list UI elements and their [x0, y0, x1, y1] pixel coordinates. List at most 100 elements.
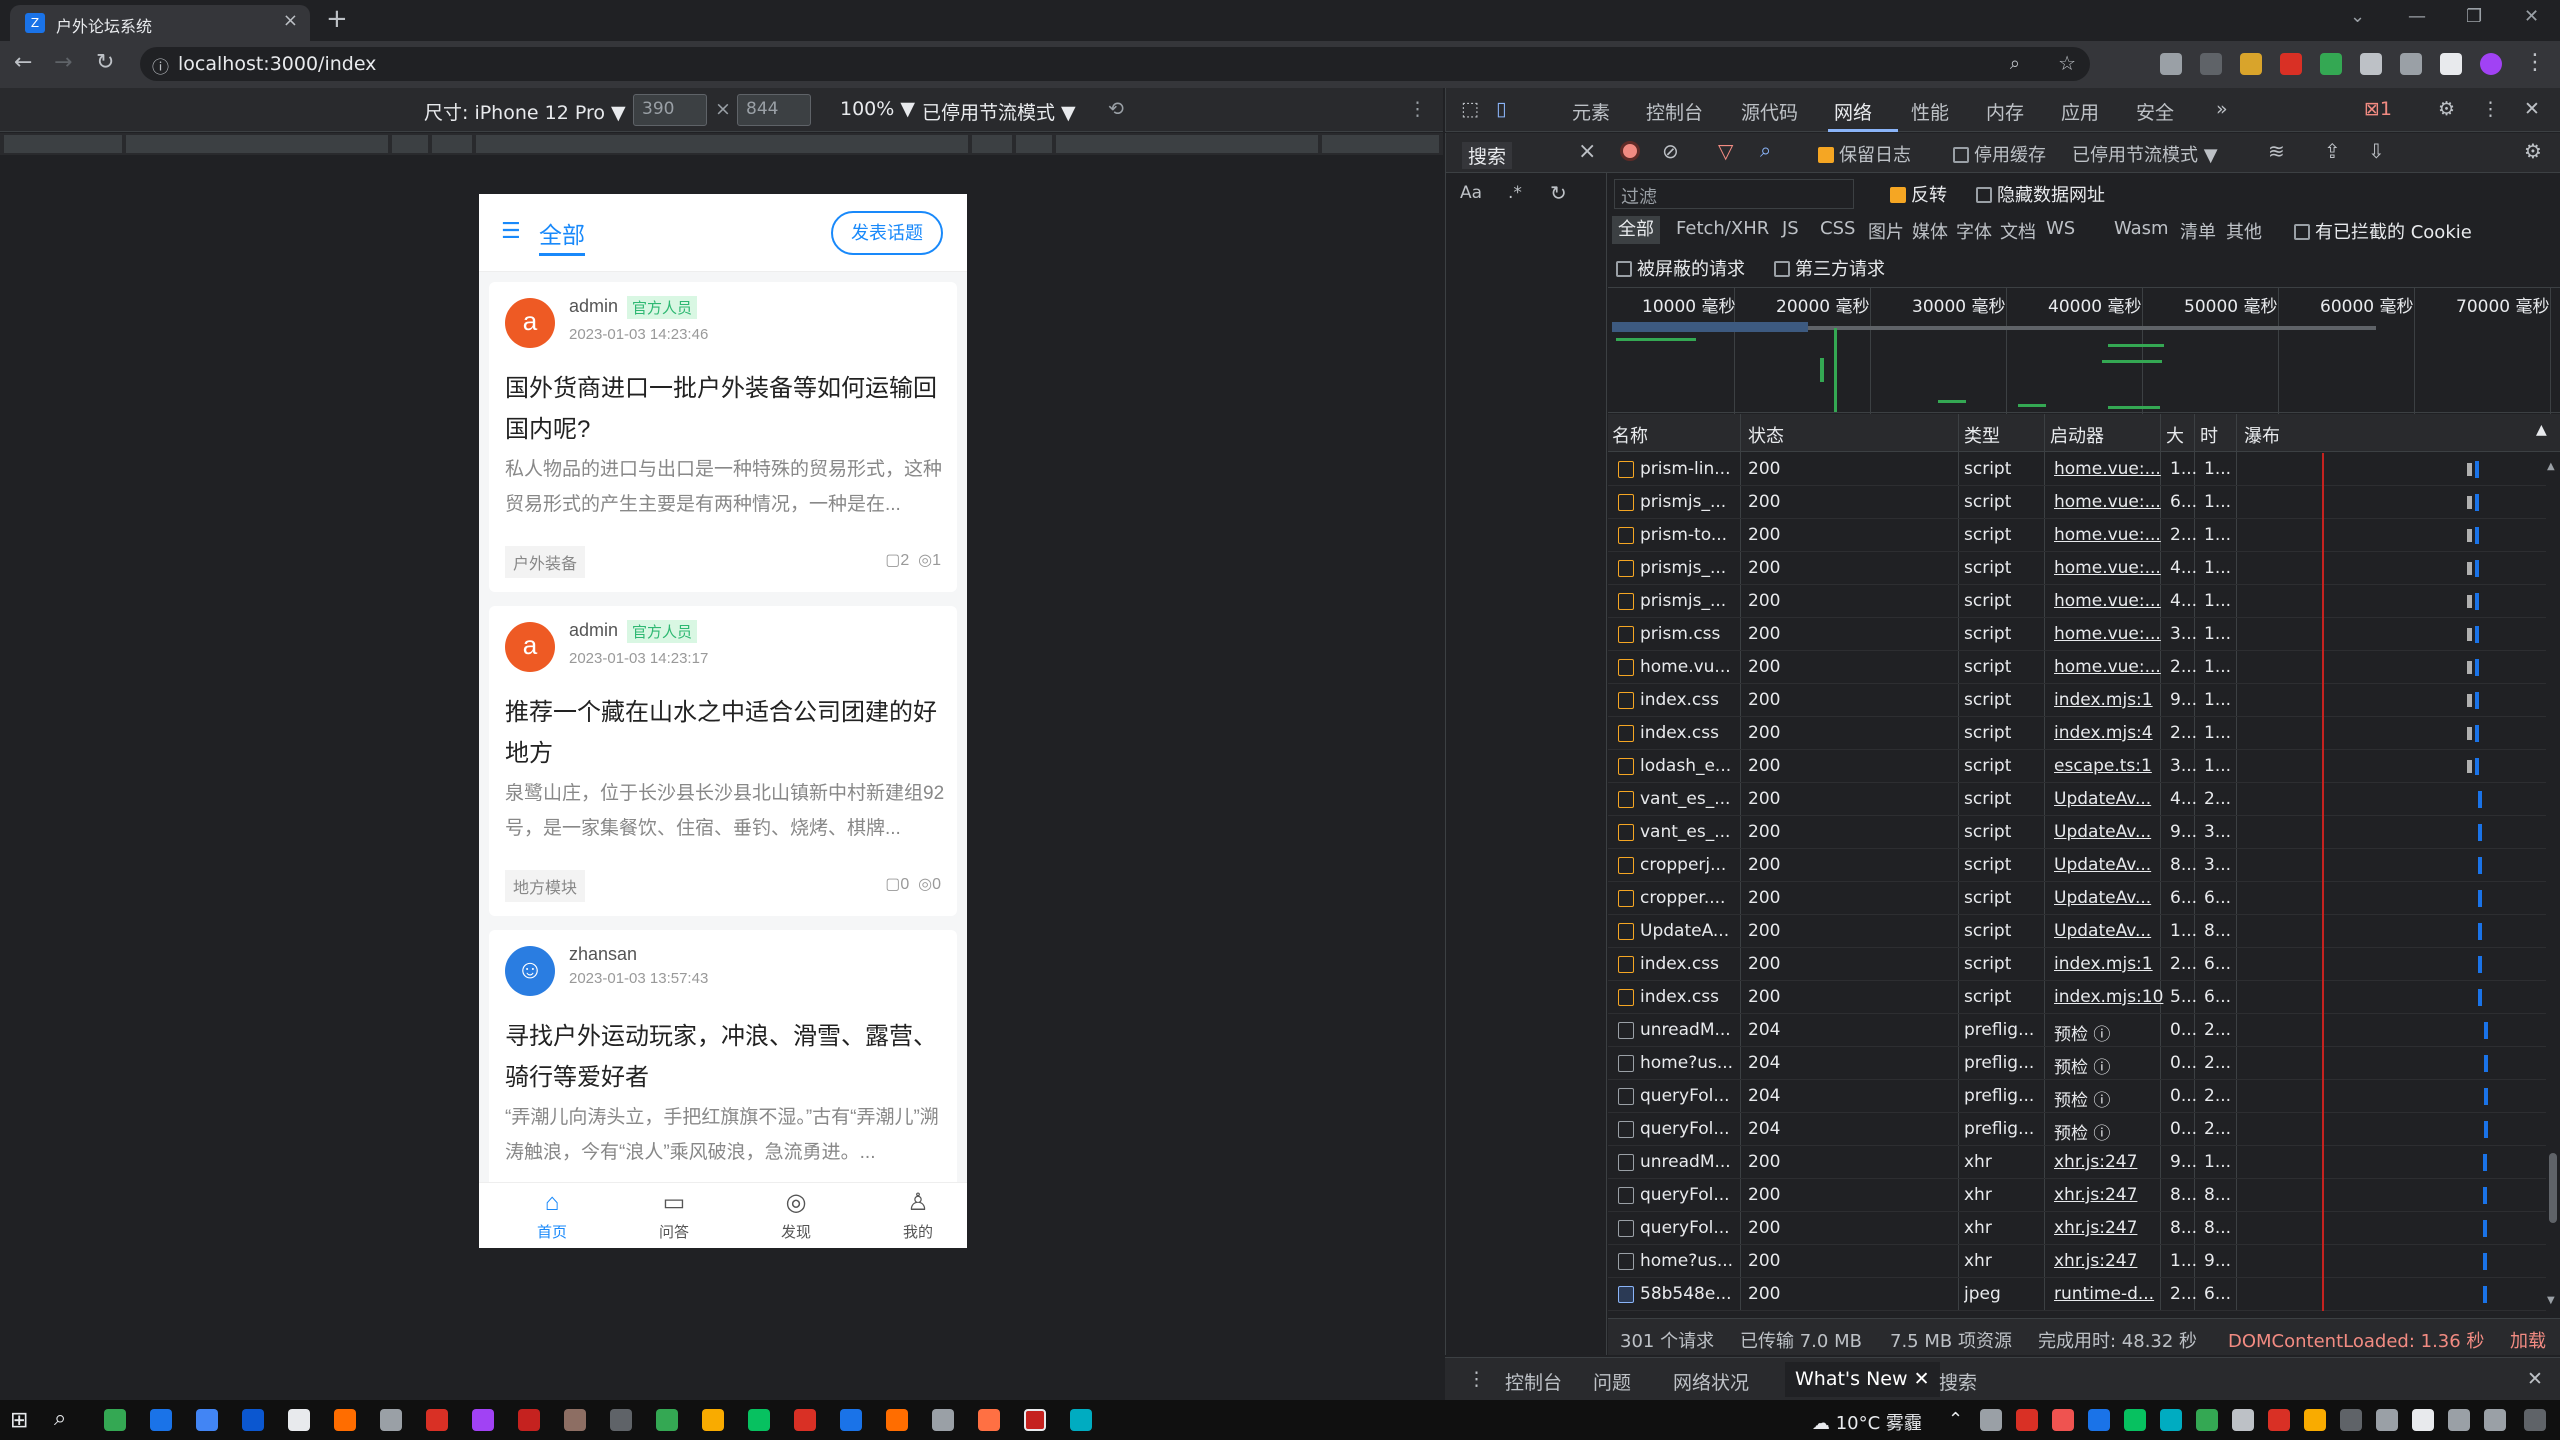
request-row[interactable]: prism.css 200 script home.vue:... 3... 1...: [1608, 618, 2546, 651]
cell-initiator[interactable]: xhr.js:247: [2054, 1251, 2164, 1271]
request-row[interactable]: prismjs_... 200 script home.vue:... 4... 1...: [1608, 585, 2546, 618]
post-tag[interactable]: 地方模块: [505, 870, 586, 902]
cell-name[interactable]: prismjs_...: [1640, 492, 1740, 512]
menu-list-icon[interactable]: ☰: [501, 218, 521, 244]
cell-name[interactable]: queryFol...: [1640, 1218, 1740, 1238]
cell-initiator[interactable]: home.vue:...: [2054, 558, 2164, 578]
tab-discover[interactable]: ◎ 发现: [761, 1189, 831, 1242]
settings-gear-icon[interactable]: ⚙: [2438, 98, 2455, 120]
request-row[interactable]: home?us... 200 xhr xhr.js:247 1... 9...: [1608, 1245, 2546, 1278]
taskbar-search-icon[interactable]: ⌕: [54, 1406, 66, 1431]
column-size[interactable]: 大: [2166, 422, 2184, 448]
cell-initiator[interactable]: UpdateAv...: [2054, 888, 2164, 908]
tray-icon[interactable]: [2196, 1409, 2218, 1431]
cell-initiator[interactable]: home.vue:...: [2054, 525, 2164, 545]
scroll-up-icon[interactable]: ▲: [2547, 461, 2555, 472]
tab-performance[interactable]: 性能: [1911, 98, 1949, 125]
browser-menu-icon[interactable]: ⋮: [2524, 50, 2546, 75]
invert-checkbox[interactable]: 反转: [1890, 181, 1947, 207]
tray-icon[interactable]: [2412, 1409, 2434, 1431]
type-filter-manifest[interactable]: 清单: [2180, 218, 2216, 244]
taskbar-app-icon[interactable]: [1070, 1409, 1092, 1431]
taskbar-app-icon[interactable]: [702, 1409, 724, 1431]
request-row[interactable]: queryFol... 200 xhr xhr.js:247 8... 8...: [1608, 1212, 2546, 1245]
type-filter-img[interactable]: 图片: [1868, 218, 1904, 244]
type-filter-font[interactable]: 字体: [1956, 218, 1992, 244]
request-row[interactable]: index.css 200 script index.mjs:10 5... 6...: [1608, 981, 2546, 1014]
cell-name[interactable]: 58b548e...: [1640, 1284, 1740, 1304]
tray-icon[interactable]: [2088, 1409, 2110, 1431]
match-case-toggle[interactable]: Aa: [1460, 183, 1482, 203]
profile-avatar[interactable]: [2480, 53, 2502, 75]
device-toggle-icon[interactable]: ▯: [1496, 98, 1506, 120]
tab-elements[interactable]: 元素: [1572, 98, 1610, 125]
hide-data-urls-checkbox[interactable]: 隐藏数据网址: [1976, 181, 2105, 207]
cell-name[interactable]: cropper....: [1640, 888, 1740, 908]
media-icon[interactable]: [2400, 53, 2422, 75]
taskbar-app-icon[interactable]: [748, 1409, 770, 1431]
type-filter-other[interactable]: 其他: [2226, 218, 2262, 244]
network-throttle-select[interactable]: 已停用节流模式 ▼: [2072, 141, 2218, 167]
cell-initiator[interactable]: xhr.js:247: [2054, 1152, 2164, 1172]
category-tab-all[interactable]: 全部: [539, 216, 585, 256]
request-row[interactable]: index.css 200 script index.mjs:1 2... 6...: [1608, 948, 2546, 981]
cell-name[interactable]: queryFol...: [1640, 1185, 1740, 1205]
close-drawer-icon[interactable]: ✕: [2527, 1368, 2543, 1390]
sort-up-icon[interactable]: ▲: [2536, 422, 2547, 438]
drawer-tab-network-conditions[interactable]: 网络状况: [1673, 1368, 1749, 1395]
forward-icon[interactable]: →: [54, 50, 72, 75]
error-count-badge[interactable]: ⊠1: [2364, 98, 2392, 120]
cell-initiator[interactable]: escape.ts:1: [2054, 756, 2164, 776]
tab-application[interactable]: 应用: [2061, 98, 2099, 125]
request-row[interactable]: prismjs_... 200 script home.vue:... 4... 1...: [1608, 552, 2546, 585]
request-row[interactable]: 58b548e... 200 jpeg runtime-d... 2... 6...: [1608, 1278, 2546, 1311]
tray-icon[interactable]: [2376, 1409, 2398, 1431]
refresh-search-icon[interactable]: ↻: [1550, 181, 1567, 205]
cell-initiator[interactable]: index.mjs:1: [2054, 690, 2164, 710]
request-row[interactable]: unreadM... 204 preflig... 预检 ⓘ 0... 2...: [1608, 1014, 2546, 1047]
tab-memory[interactable]: 内存: [1986, 98, 2024, 125]
extension-icon[interactable]: [2280, 53, 2302, 75]
request-row[interactable]: home?us... 204 preflig... 预检 ⓘ 0... 2...: [1608, 1047, 2546, 1080]
cell-name[interactable]: vant_es_...: [1640, 822, 1740, 842]
cell-name[interactable]: prism.css: [1640, 624, 1740, 644]
reload-icon[interactable]: ↻: [96, 50, 114, 75]
cell-name[interactable]: unreadM...: [1640, 1152, 1740, 1172]
type-filter-xhr[interactable]: Fetch/XHR: [1676, 218, 1769, 239]
devtools-menu-icon[interactable]: ⋮: [2481, 98, 2500, 120]
cell-name[interactable]: prismjs_...: [1640, 558, 1740, 578]
request-row[interactable]: cropperj... 200 script UpdateAv... 8... 3...: [1608, 849, 2546, 882]
taskbar-app-icon[interactable]: [840, 1409, 862, 1431]
taskbar-app-icon[interactable]: [656, 1409, 678, 1431]
tray-icon[interactable]: [2484, 1409, 2506, 1431]
tab-security[interactable]: 安全: [2136, 98, 2174, 125]
cell-initiator[interactable]: home.vue:...: [2054, 459, 2164, 479]
cell-initiator[interactable]: index.mjs:4: [2054, 723, 2164, 743]
request-row[interactable]: cropper.... 200 script UpdateAv... 6... 6...: [1608, 882, 2546, 915]
post-card[interactable]: a admin 官方人员 2023-01-03 14:23:17 推荐一个藏在山…: [489, 606, 957, 916]
request-row[interactable]: queryFol... 200 xhr xhr.js:247 8... 8...: [1608, 1179, 2546, 1212]
extensions-puzzle-icon[interactable]: [2360, 53, 2382, 75]
network-settings-icon[interactable]: ⚙: [2524, 139, 2542, 163]
request-row[interactable]: index.css 200 script index.mjs:1 9... 1...: [1608, 684, 2546, 717]
url-text[interactable]: localhost:3000/index: [178, 53, 376, 75]
avatar[interactable]: a: [505, 298, 555, 348]
viewport-height-input[interactable]: 844: [737, 94, 811, 126]
notification-icon[interactable]: [2524, 1409, 2546, 1431]
clear-icon[interactable]: ⊘: [1662, 139, 1679, 163]
close-devtools-icon[interactable]: ✕: [2524, 98, 2540, 120]
tray-icon[interactable]: [2304, 1409, 2326, 1431]
cell-name[interactable]: index.css: [1640, 690, 1740, 710]
cell-name[interactable]: home?us...: [1640, 1053, 1740, 1073]
filter-icon[interactable]: ▽: [1718, 139, 1733, 163]
minimize-icon[interactable]: —: [2408, 6, 2426, 27]
cell-initiator[interactable]: 预检 ⓘ: [2054, 1020, 2164, 1045]
back-icon[interactable]: ←: [14, 50, 32, 75]
type-filter-css[interactable]: CSS: [1820, 218, 1855, 239]
tray-icon[interactable]: [2232, 1409, 2254, 1431]
column-waterfall[interactable]: 瀑布: [2244, 422, 2280, 448]
address-bar[interactable]: ⓘ localhost:3000/index ⌕ ☆: [140, 47, 2090, 81]
cell-initiator[interactable]: runtime-d...: [2054, 1284, 2164, 1304]
tab-network[interactable]: 网络: [1834, 98, 1872, 125]
weather-widget[interactable]: ☁ 10°C 雾霾: [1812, 1409, 1922, 1435]
